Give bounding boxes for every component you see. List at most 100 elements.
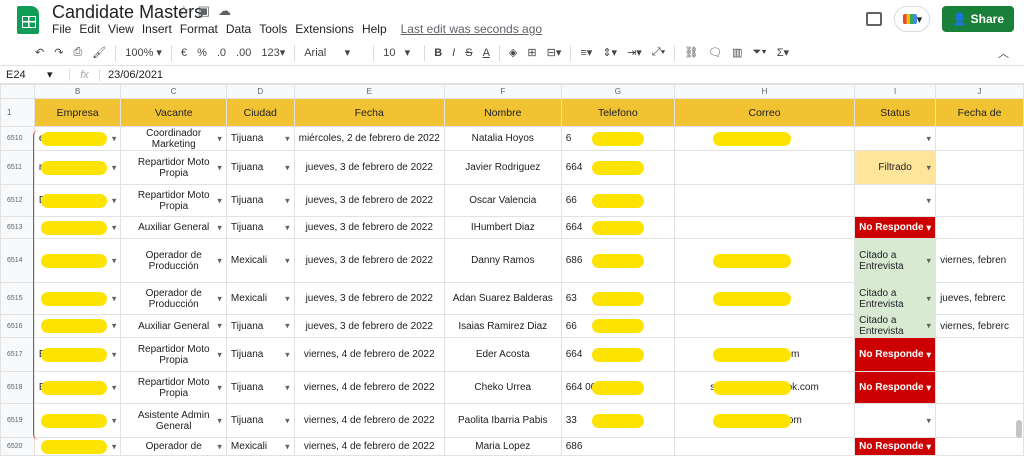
cell-ciudad[interactable]: Tijuana (225, 314, 295, 338)
row-number[interactable]: 6517 (0, 337, 35, 372)
valign-icon[interactable]: ⇕▾ (597, 46, 622, 59)
cell-nombre[interactable]: Javier Rodriguez (443, 150, 562, 185)
cell-ciudad[interactable]: Tijuana (225, 371, 295, 404)
cell-vacante[interactable]: Asistente Admin General (120, 403, 227, 438)
chart-icon[interactable]: ▥ (727, 46, 747, 59)
column-header-C[interactable]: C (120, 84, 227, 99)
cell-fecha[interactable]: viernes, 4 de febrero de 2022 (293, 371, 445, 404)
column-header-G[interactable]: G (560, 84, 675, 99)
cell-empresa[interactable]: Bo (33, 371, 122, 404)
percent-button[interactable]: % (192, 47, 212, 59)
cell-correo[interactable]: ed @gmail.com (673, 337, 856, 372)
cell-tel[interactable]: 33 (560, 403, 675, 438)
cell-empresa[interactable]: rs (33, 150, 122, 185)
cell-nombre[interactable]: Eder Acosta (443, 337, 562, 372)
wrap-icon[interactable]: ⇥▾ (622, 46, 647, 59)
cell-correo[interactable]: na ve.com (673, 126, 856, 151)
cell-status[interactable]: No Responde (854, 337, 937, 372)
cell-vacante[interactable]: Operador de Producción (120, 282, 227, 315)
menu-tools[interactable]: Tools (259, 22, 292, 36)
paint-format-icon[interactable]: 🖌 (87, 46, 111, 59)
column-header-E[interactable]: E (293, 84, 445, 99)
cell-ciudad[interactable]: Tijuana (225, 216, 295, 239)
column-header-H[interactable]: H (673, 84, 856, 99)
cell-tel[interactable]: 63 (560, 282, 675, 315)
select-all-corner[interactable] (0, 84, 35, 99)
cell-fecha[interactable]: viernes, 4 de febrero de 2022 (293, 337, 445, 372)
cell-ciudad[interactable]: Tijuana (225, 126, 295, 151)
cell-status[interactable] (854, 126, 937, 151)
cell-status[interactable] (854, 184, 937, 217)
cell-fecha[interactable]: jueves, 3 de febrero de 2022 (293, 238, 445, 283)
cell-vacante[interactable]: Coordinador Marketing (120, 126, 227, 151)
cell-correo[interactable]: serg 1307@outlook.com (673, 371, 856, 404)
cell-status[interactable]: No Responde (854, 371, 937, 404)
row-number[interactable]: 6520 (0, 437, 35, 456)
strikethrough-button[interactable]: S (460, 47, 477, 59)
font-select[interactable]: Arial ▾ (299, 46, 369, 60)
menu-insert[interactable]: Insert (142, 22, 177, 36)
cell-empresa[interactable] (33, 238, 122, 283)
cell-empresa[interactable] (33, 403, 122, 438)
header-cell[interactable]: Nombre (443, 98, 562, 127)
column-header-F[interactable]: F (443, 84, 562, 99)
cell-ciudad[interactable]: Tijuana (225, 403, 295, 438)
cell-correo[interactable] (673, 216, 856, 239)
cell-tel[interactable]: 66 (560, 184, 675, 217)
align-icon[interactable]: ≡▾ (575, 46, 597, 59)
increase-decimal-button[interactable]: .00 (231, 47, 256, 59)
cell-empresa[interactable]: B (33, 337, 122, 372)
cell-j[interactable]: jueves, febrerc (935, 282, 1024, 315)
comments-icon[interactable] (866, 12, 883, 26)
header-cell[interactable]: Fecha (293, 98, 445, 127)
cell-nombre[interactable]: IHumbert Diaz (443, 216, 562, 239)
merge-icon[interactable]: ⊟▾ (542, 46, 567, 59)
cell-tel[interactable]: 664 (560, 216, 675, 239)
cell-correo[interactable] (673, 314, 856, 338)
cell-fecha[interactable]: jueves, 3 de febrero de 2022 (293, 150, 445, 185)
cell-correo[interactable]: paolita.ib ail.com (673, 403, 856, 438)
cell-ciudad[interactable]: Mexicali (225, 238, 295, 283)
vertical-scrollbar[interactable] (1016, 420, 1022, 438)
header-cell[interactable]: Vacante (120, 98, 227, 127)
column-header-B[interactable]: B (33, 84, 122, 99)
cell-nombre[interactable]: Isaias Ramirez Diaz (443, 314, 562, 338)
number-format-select[interactable]: 123 ▾ (256, 46, 290, 60)
cell-empresa[interactable] (33, 314, 122, 338)
collapse-icon[interactable]: ︿ (993, 45, 1014, 61)
cell-empresa[interactable] (33, 216, 122, 239)
meet-button[interactable]: ▾ (894, 6, 931, 32)
cell-vacante[interactable]: Repartidor Moto Propia (120, 184, 227, 217)
menu-extensions[interactable]: Extensions (295, 22, 359, 36)
name-box[interactable]: E24 ▾ (0, 68, 70, 81)
redo-icon[interactable]: ↷ (49, 46, 68, 59)
cell-fecha[interactable]: jueves, 3 de febrero de 2022 (293, 216, 445, 239)
header-cell[interactable]: Status (854, 98, 937, 127)
cell-status[interactable]: Filtrado (854, 150, 937, 185)
cell-j[interactable]: viernes, febren (935, 238, 1024, 283)
cell-status[interactable] (854, 403, 937, 438)
cell-fecha[interactable]: jueves, 3 de febrero de 2022 (293, 282, 445, 315)
menu-help[interactable]: Help (362, 22, 392, 36)
column-header-J[interactable]: J (935, 84, 1024, 99)
move-icon[interactable]: ▣ (198, 3, 218, 18)
cell-j[interactable] (935, 371, 1024, 404)
cell-nombre[interactable]: Natalia Hoyos (443, 126, 562, 151)
cell-nombre[interactable]: Danny Ramos (443, 238, 562, 283)
cell-nombre[interactable]: Adan Suarez Balderas (443, 282, 562, 315)
cell-status[interactable]: No Responde (854, 437, 937, 456)
row-number[interactable]: 6519 (0, 403, 35, 438)
cell-status[interactable]: Citado a Entrevista (854, 238, 937, 283)
cell-nombre[interactable]: Oscar Valencia (443, 184, 562, 217)
row-number[interactable]: 1 (0, 98, 35, 127)
cell-nombre[interactable]: Maria Lopez (443, 437, 562, 456)
filter-icon[interactable]: ⏷▾ (748, 46, 772, 59)
rotate-icon[interactable]: ⤢▾ (647, 46, 670, 59)
cell-j[interactable] (935, 126, 1024, 151)
bold-button[interactable]: B (429, 47, 447, 59)
cell-vacante[interactable]: Auxiliar General (120, 314, 227, 338)
cell-vacante[interactable]: Repartidor Moto Propia (120, 150, 227, 185)
cell-j[interactable] (935, 150, 1024, 185)
cell-j[interactable]: viernes, febrerc (935, 314, 1024, 338)
cell-ciudad[interactable]: Tijuana (225, 184, 295, 217)
